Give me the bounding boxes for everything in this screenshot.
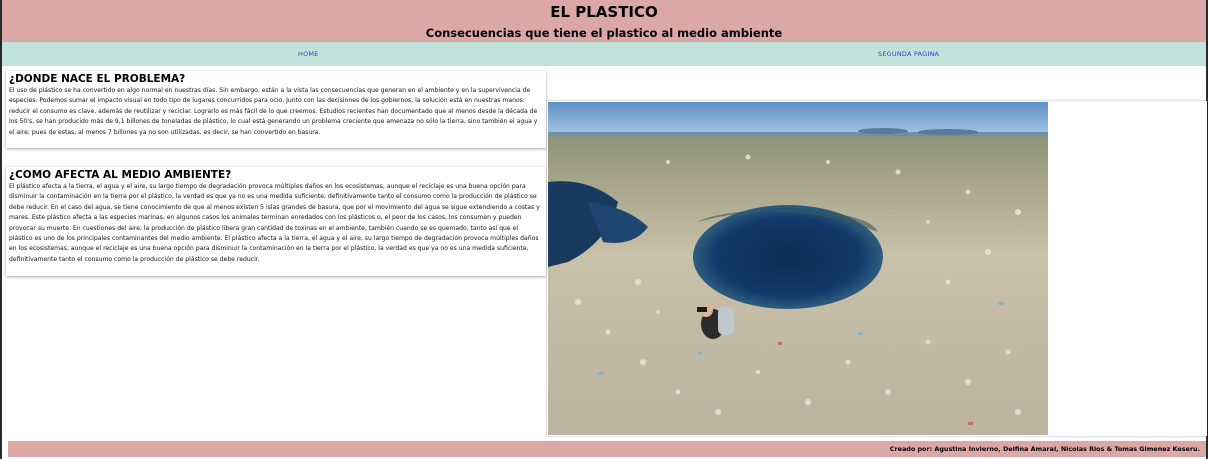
- page-title: EL PLASTICO: [550, 3, 658, 21]
- section-body: El uso de plástico se ha convertido en a…: [9, 87, 538, 136]
- footer-credit: Creado por: Agustina Invierno, Delfina A…: [889, 445, 1200, 453]
- section-body: El plástico afecta a la tierra, el agua …: [9, 183, 540, 263]
- section-heading: ¿COMO AFECTA AL MEDIO AMBIENTE?: [9, 169, 232, 181]
- nav-bar: HOME SEGUNDA PAGINA: [2, 42, 1206, 66]
- page-subtitle: Consecuencias que tiene el plastico al m…: [425, 26, 783, 40]
- section-heading: ¿DONDE NACE EL PROBLEMA?: [9, 73, 186, 85]
- page: EL PLASTICO Consecuencias que tiene el p…: [0, 0, 1208, 459]
- section-problem: ¿DONDE NACE EL PROBLEMA? El uso de plást…: [6, 71, 546, 148]
- nav-link-segunda-pagina[interactable]: SEGUNDA PAGINA: [878, 42, 939, 66]
- site-header: EL PLASTICO Consecuencias que tiene el p…: [2, 0, 1206, 42]
- section-environment: ¿COMO AFECTA AL MEDIO AMBIENTE? El plást…: [6, 167, 546, 276]
- nav-link-home[interactable]: HOME: [298, 42, 319, 66]
- site-footer: Creado por: Agustina Invierno, Delfina A…: [8, 441, 1206, 457]
- ocean-plastic-photo: [548, 102, 1048, 435]
- image-panel: [547, 101, 1207, 436]
